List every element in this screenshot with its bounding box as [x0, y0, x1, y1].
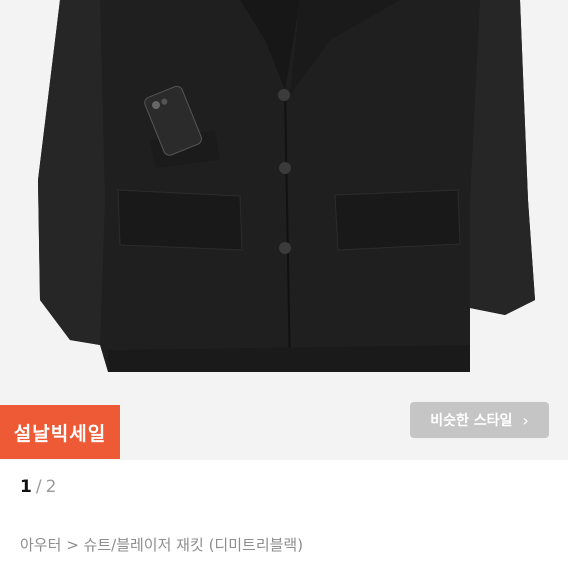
- total-pages: 2: [45, 477, 57, 497]
- breadcrumb-subcategory[interactable]: 슈트/블레이저 재킷: [84, 536, 204, 554]
- similar-style-button[interactable]: 비슷한 스타일 ›: [410, 402, 549, 438]
- product-image[interactable]: [0, 0, 568, 460]
- jacket-illustration: [38, 0, 535, 373]
- breadcrumb-arrow: >: [66, 536, 79, 554]
- sale-badge: 설날빅세일: [0, 405, 120, 459]
- image-pagination: 1/2: [20, 477, 56, 497]
- chevron-right-icon: ›: [522, 410, 529, 430]
- breadcrumb-category[interactable]: 아우터: [20, 536, 61, 554]
- breadcrumb-variant: (디미트리블랙): [208, 536, 304, 554]
- page-separator: /: [35, 477, 42, 497]
- current-page: 1: [20, 477, 32, 497]
- similar-style-label: 비슷한 스타일: [430, 413, 513, 429]
- breadcrumb: 아우터 > 슈트/블레이저 재킷 (디미트리블랙): [20, 534, 303, 555]
